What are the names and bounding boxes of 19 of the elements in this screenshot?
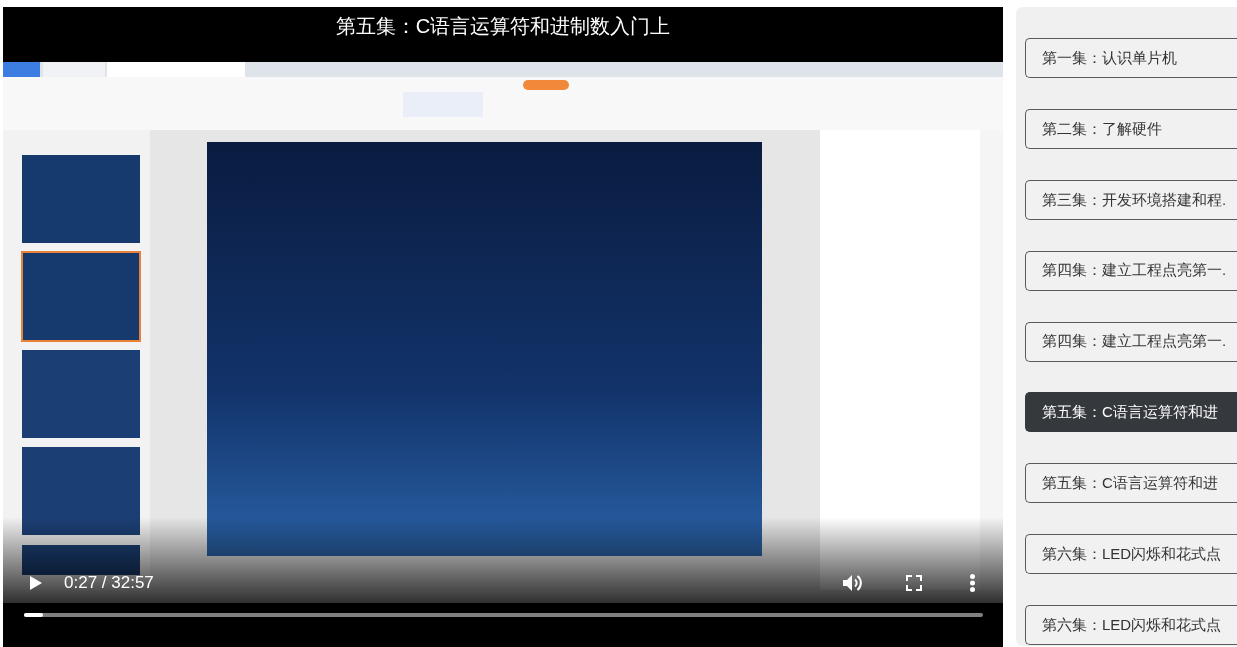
episode-item[interactable]: 第一集：认识单片机 <box>1025 38 1237 78</box>
episode-item[interactable]: 第六集：LED闪烁和花式点 <box>1025 605 1237 646</box>
play-button[interactable] <box>28 574 44 592</box>
fullscreen-icon <box>906 575 922 591</box>
fullscreen-button[interactable] <box>904 573 924 593</box>
episode-item[interactable]: 第五集：C语言运算符和进 <box>1025 392 1237 433</box>
time-display: 0:27 / 32:57 <box>64 572 154 594</box>
progress-track[interactable] <box>24 613 983 617</box>
more-icon <box>970 574 975 592</box>
episode-item[interactable]: 第五集：C语言运算符和进 <box>1025 463 1237 504</box>
episode-item[interactable]: 第三集：开发环境搭建和程. <box>1025 179 1237 220</box>
play-icon <box>30 576 42 590</box>
episode-item[interactable]: 第六集：LED闪烁和花式点 <box>1025 534 1237 575</box>
episode-item[interactable]: 第四集：建立工程点亮第一. <box>1025 250 1237 291</box>
episode-item[interactable]: 第四集：建立工程点亮第一. <box>1025 321 1237 362</box>
more-button[interactable] <box>968 572 977 594</box>
video-title: 第五集：C语言运算符和进制数入门上 <box>335 14 671 39</box>
volume-icon <box>843 574 863 592</box>
episode-item[interactable]: 第二集：了解硬件 <box>1025 108 1237 149</box>
